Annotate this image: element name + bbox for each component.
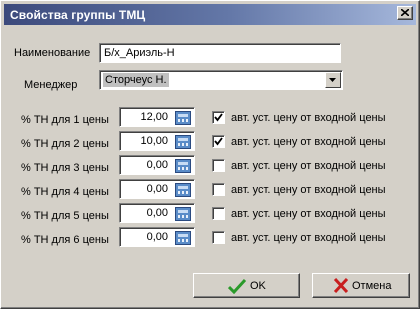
calculator-icon[interactable] (175, 231, 191, 245)
price-6-auto-checkbox[interactable] (212, 231, 225, 244)
checkmark-icon (214, 137, 223, 146)
manager-value: Сторчеус Н. (103, 73, 169, 87)
price-3-auto-checkbox[interactable] (212, 159, 225, 172)
close-button[interactable] (397, 6, 413, 20)
price-3-auto-label[interactable]: авт. уст. цену от входной цены (231, 160, 386, 172)
window-title: Свойства группы ТМЦ (10, 8, 146, 22)
title-bar[interactable]: Свойства группы ТМЦ (4, 4, 416, 25)
price-5-auto-checkbox[interactable] (212, 207, 225, 220)
price-4-auto-label[interactable]: авт. уст. цену от входной цены (231, 184, 386, 196)
price-1-input[interactable]: 12,00 (119, 107, 195, 127)
calculator-icon[interactable] (175, 183, 191, 197)
close-icon (401, 9, 409, 16)
calculator-icon[interactable] (175, 159, 191, 173)
price-6-auto-label[interactable]: авт. уст. цену от входной цены (231, 232, 386, 244)
price-1-auto-label[interactable]: авт. уст. цену от входной цены (231, 112, 386, 124)
ok-label: OK (250, 280, 266, 292)
cancel-button[interactable]: Отмена (312, 273, 410, 298)
price-1-value: 12,00 (140, 111, 168, 123)
price-2-label: % ТН для 2 цены (21, 138, 109, 150)
manager-dropdown-button[interactable] (325, 72, 341, 88)
calculator-icon[interactable] (175, 111, 191, 125)
cancel-label: Отмена (352, 280, 392, 292)
price-2-auto-checkbox[interactable] (212, 135, 225, 148)
calculator-icon[interactable] (175, 135, 191, 149)
price-6-value: 0,00 (146, 231, 168, 243)
red-x-icon (334, 278, 348, 293)
calculator-icon[interactable] (175, 207, 191, 221)
price-5-value: 0,00 (146, 207, 168, 219)
price-5-input[interactable]: 0,00 (119, 203, 195, 223)
price-4-label: % ТН для 4 цены (21, 186, 109, 198)
price-1-auto-checkbox[interactable] (212, 111, 225, 124)
green-check-icon (228, 278, 246, 294)
price-5-auto-label[interactable]: авт. уст. цену от входной цены (231, 208, 386, 220)
price-4-auto-checkbox[interactable] (212, 183, 225, 196)
checkmark-icon (214, 113, 223, 122)
name-label: Наименование (14, 47, 91, 59)
price-4-value: 0,00 (146, 183, 168, 195)
ok-button[interactable]: OK (193, 273, 300, 298)
price-2-value: 10,00 (140, 135, 168, 147)
manager-label: Менеджер (24, 79, 78, 91)
price-6-label: % ТН для 6 цены (21, 234, 109, 246)
price-1-label: % ТН для 1 цены (21, 114, 109, 126)
price-2-input[interactable]: 10,00 (119, 131, 195, 151)
price-3-label: % ТН для 3 цены (21, 162, 109, 174)
manager-select[interactable]: Сторчеус Н. (99, 70, 343, 90)
price-3-value: 0,00 (146, 159, 168, 171)
name-value: Б/х_Ариэль-Н (104, 47, 175, 59)
dialog-window: Свойства группы ТМЦ Наименование Б/х_Ари… (0, 0, 420, 309)
name-input[interactable]: Б/х_Ариэль-Н (99, 43, 341, 63)
chevron-down-icon (329, 78, 336, 82)
price-6-input[interactable]: 0,00 (119, 227, 195, 247)
price-4-input[interactable]: 0,00 (119, 179, 195, 199)
price-2-auto-label[interactable]: авт. уст. цену от входной цены (231, 136, 386, 148)
price-3-input[interactable]: 0,00 (119, 155, 195, 175)
price-5-label: % ТН для 5 цены (21, 210, 109, 222)
